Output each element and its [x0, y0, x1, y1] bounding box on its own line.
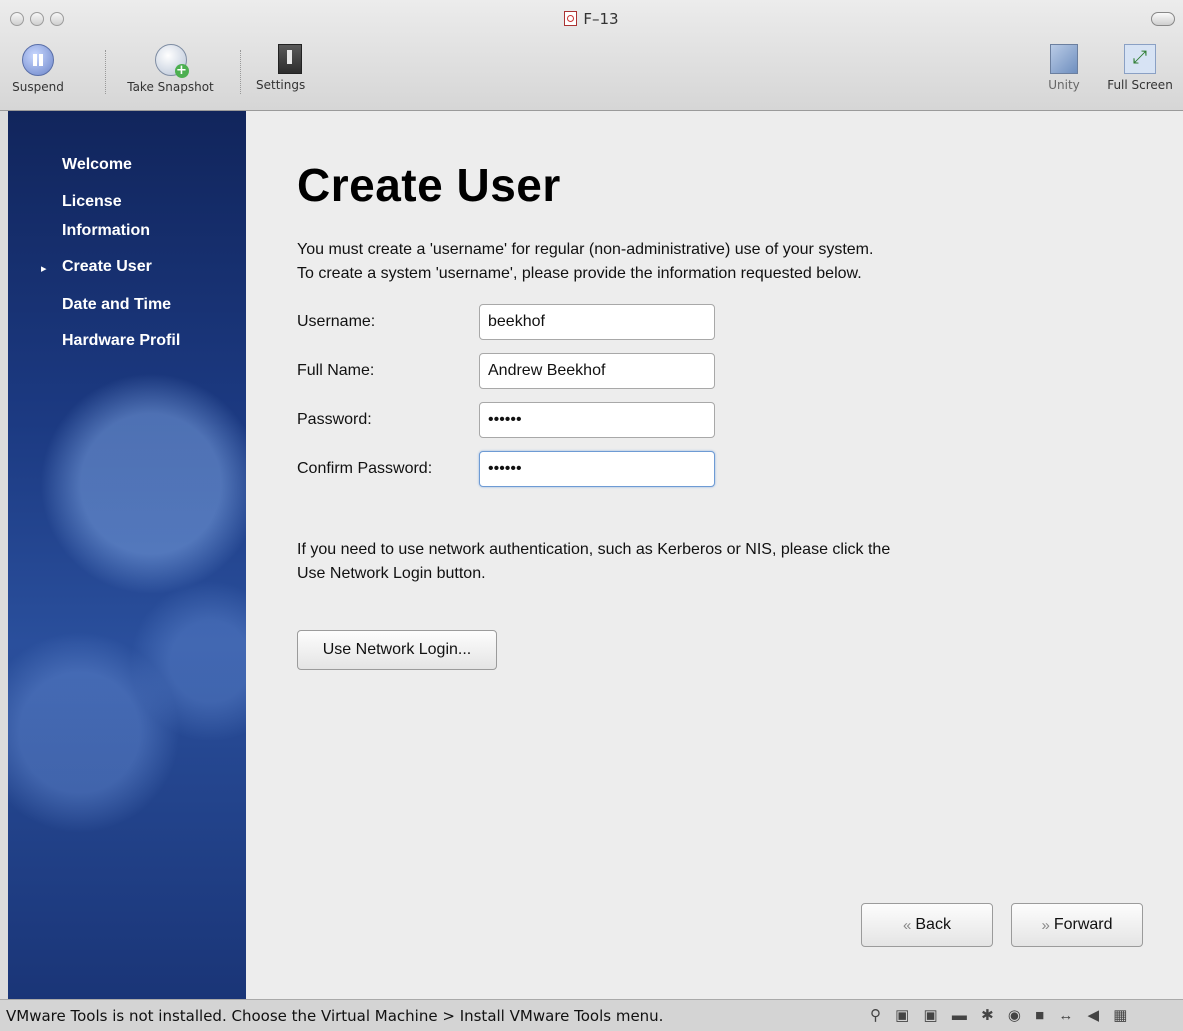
password-label: Password: [297, 411, 372, 428]
usb-icon[interactable]: ▣ [924, 1007, 943, 1024]
network-adapter-icon[interactable]: ↔ [1058, 1007, 1078, 1024]
unity-icon [1050, 44, 1078, 74]
usb-icon[interactable]: ▣ [895, 1007, 914, 1024]
sidebar-item-hardware-profile: Hardware Profil [62, 332, 181, 349]
full-screen-icon [1124, 44, 1156, 74]
toolbar-separator [105, 50, 106, 94]
network-icon[interactable]: ▬ [952, 1007, 972, 1024]
keyboard-icon[interactable]: ▦ [1113, 1007, 1132, 1024]
network-text-line-1: If you need to use network authenticatio… [297, 541, 891, 558]
toolbar-separator [240, 50, 241, 94]
intro-text-line-1: You must create a 'username' for regular… [297, 241, 874, 258]
suspend-button[interactable]: Suspend [8, 44, 68, 94]
back-arrow-icon: « [903, 916, 912, 934]
unity-button[interactable]: Unity [1042, 44, 1086, 92]
bluetooth-icon[interactable]: ✱ [981, 1007, 999, 1024]
settings-switch-icon [278, 44, 302, 74]
back-button[interactable]: « Back [861, 903, 993, 947]
forward-button[interactable]: » Forward [1011, 903, 1143, 947]
confirm-password-label: Confirm Password: [297, 460, 433, 477]
full-screen-button[interactable]: Full Screen [1100, 44, 1180, 92]
page-title: Create User [297, 159, 561, 211]
hard-disk-icon[interactable]: ■ [1035, 1007, 1049, 1024]
intro-text-line-2: To create a system 'username', please pr… [297, 265, 862, 282]
status-bar: VMware Tools is not installed. Choose th… [0, 999, 1183, 1031]
username-label: Username: [297, 313, 376, 330]
fullname-input[interactable] [479, 353, 715, 389]
settings-button[interactable]: Settings [256, 44, 320, 92]
sound-icon[interactable]: ◀ [1087, 1007, 1104, 1024]
use-network-login-button[interactable]: Use Network Login... [297, 630, 497, 670]
take-snapshot-button[interactable]: Take Snapshot [113, 44, 228, 94]
confirm-password-input[interactable] [479, 451, 715, 487]
cd-icon[interactable]: ◉ [1008, 1007, 1026, 1024]
sidebar-item-welcome: Welcome [62, 156, 132, 173]
webcam-icon[interactable]: ⚲ [870, 1007, 886, 1024]
snapshot-icon [154, 44, 189, 78]
window-title: F–13 [0, 10, 1183, 28]
vm-document-icon [564, 11, 578, 26]
sidebar-item-license: License [62, 193, 122, 210]
pause-icon [22, 44, 54, 76]
toolbar-toggle-button[interactable] [1151, 12, 1175, 26]
fullname-label: Full Name: [297, 362, 375, 379]
password-input[interactable] [479, 402, 715, 438]
device-icons: ⚲ ▣ ▣ ▬ ✱ ◉ ■ ↔ ◀ ▦ [870, 1006, 1132, 1024]
sidebar-item-information: Information [62, 222, 150, 239]
status-message: VMware Tools is not installed. Choose th… [6, 1007, 664, 1025]
forward-arrow-icon: » [1041, 916, 1050, 934]
sidebar-item-date-time: Date and Time [62, 296, 172, 313]
installer-sidebar [8, 111, 246, 999]
current-step-arrow-icon: ▸ [41, 263, 47, 275]
sidebar-item-create-user: Create User [62, 258, 152, 275]
username-input[interactable] [479, 304, 715, 340]
network-text-line-2: Use Network Login button. [297, 565, 486, 582]
window-titlebar: F–13 Suspend Take Snapshot Settings Unit… [0, 0, 1183, 111]
